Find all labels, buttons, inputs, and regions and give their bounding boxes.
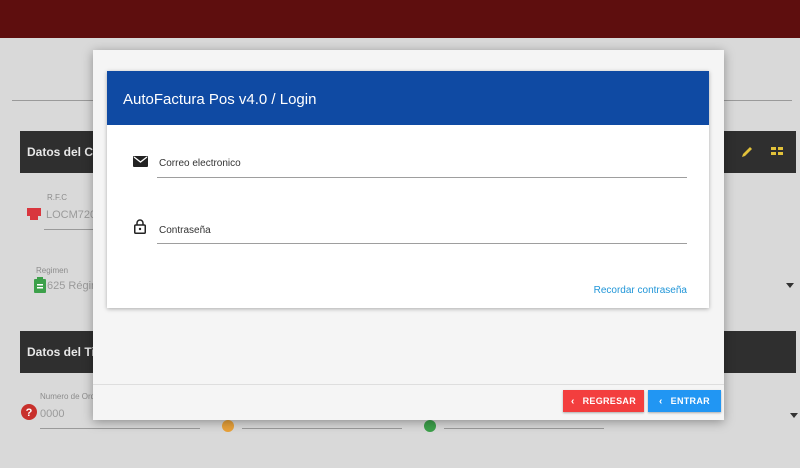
modal-footer-divider [93,384,724,385]
email-field[interactable]: Correo electronico [159,158,241,169]
chevron-left-icon: ‹ [659,395,663,407]
status-dot-orange-icon [222,420,234,432]
order-underline [40,428,200,429]
clipboard-icon [34,277,46,293]
regimen-dropdown-caret-icon[interactable] [786,283,794,288]
login-card: AutoFactura Pos v4.0 / Login Correo elec… [107,71,709,308]
cash-register-icon [27,208,41,220]
rfc-value: LOCM720 [46,209,97,221]
forgot-password-link[interactable]: Recordar contraseña [594,285,687,296]
back-button-label: REGRESAR [582,396,637,406]
chevron-left-icon: ‹ [570,395,575,407]
dropdown-caret-icon[interactable] [790,413,798,418]
rfc-label: R.F.C [47,193,67,202]
login-modal: AutoFactura Pos v4.0 / Login Correo elec… [93,50,724,420]
order-number-value: 0000 [40,408,65,420]
envelope-icon [133,156,148,167]
field-underline-2 [242,428,402,429]
rfc-underline [44,229,94,230]
svg-text:?: ? [26,407,33,419]
field-underline-3 [444,428,604,429]
order-number-label: Numero de Ord [40,392,96,401]
pencil-icon[interactable] [740,145,754,159]
password-field[interactable]: Contraseña [159,225,211,236]
modal-title: AutoFactura Pos v4.0 / Login [123,91,317,108]
regimen-label: Regimen [36,266,69,275]
email-underline [157,177,687,178]
app-top-bar [0,0,800,38]
password-underline [157,243,687,244]
back-button[interactable]: ‹ REGRESAR [563,390,644,412]
login-card-header: AutoFactura Pos v4.0 / Login [107,71,709,125]
status-dot-green-icon [424,420,436,432]
help-circle-icon: ? [21,404,37,420]
lock-icon [134,219,146,234]
enter-button[interactable]: ‹ ENTRAR [648,390,721,412]
grid-icon[interactable] [771,146,783,156]
regimen-value: 625 Régin [47,280,98,292]
enter-button-label: ENTRAR [670,396,710,406]
